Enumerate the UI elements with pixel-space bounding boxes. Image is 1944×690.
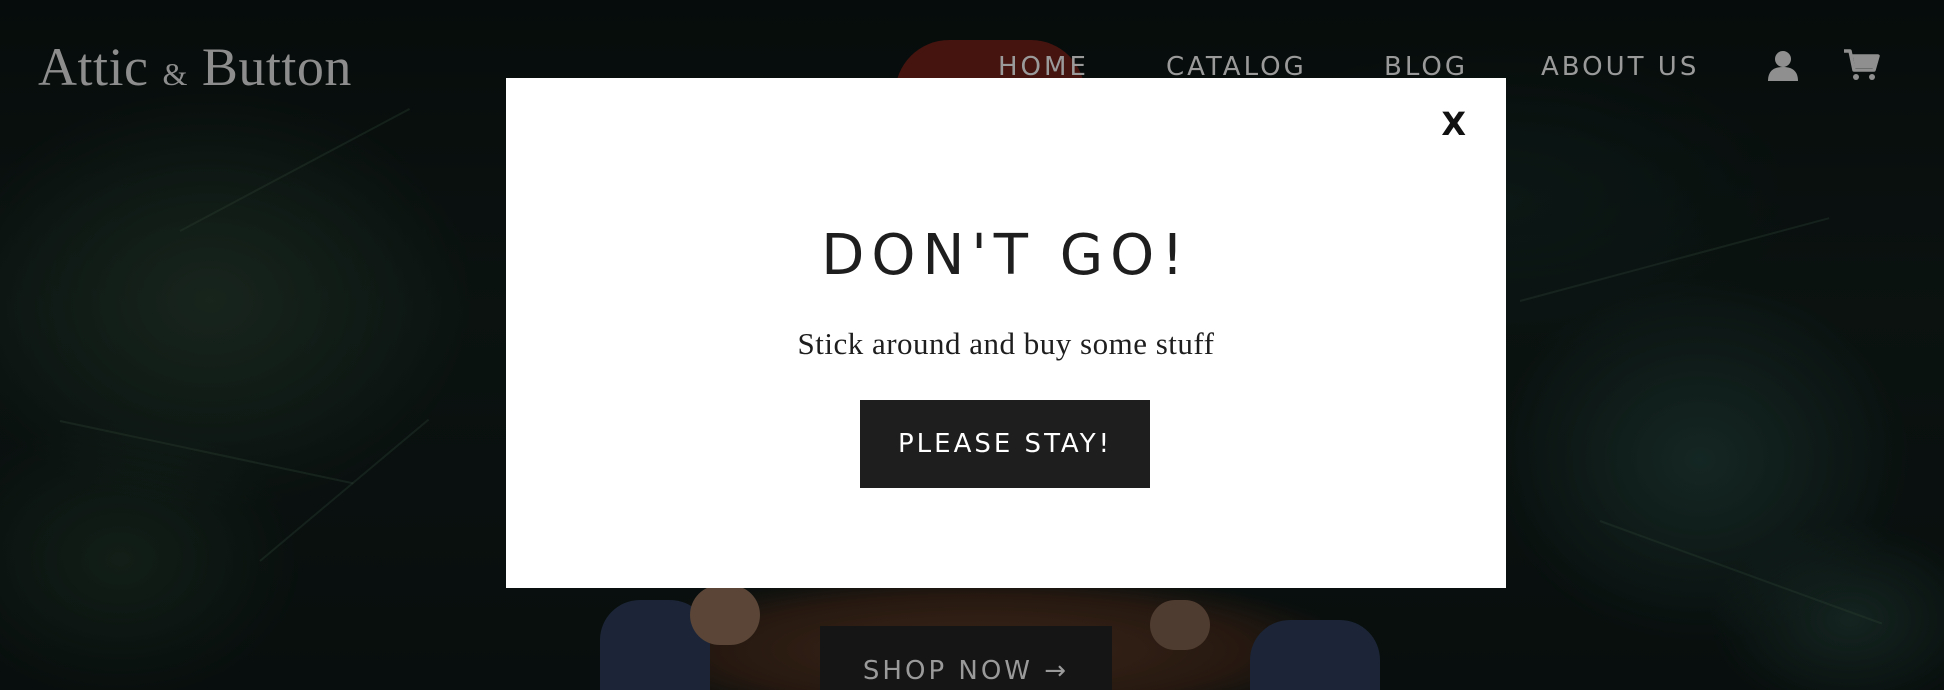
please-stay-button[interactable]: PLEASE STAY! bbox=[860, 400, 1150, 488]
modal-title: DON'T GO! bbox=[821, 223, 1191, 288]
site-logo[interactable]: Attic & Button bbox=[38, 36, 352, 98]
user-icon bbox=[1768, 51, 1798, 81]
cart-icon bbox=[1844, 49, 1880, 80]
nav-link-about-us[interactable]: ABOUT US bbox=[1541, 52, 1699, 82]
cart-button[interactable] bbox=[1843, 48, 1881, 82]
logo-ampersand: & bbox=[162, 56, 188, 92]
exit-intent-modal: X DON'T GO! Stick around and buy some st… bbox=[506, 78, 1506, 588]
logo-text: Attic bbox=[38, 37, 149, 97]
close-modal-button[interactable]: X bbox=[1441, 108, 1466, 140]
page: Attic & Button HOME CATALOG BLOG ABOUT U… bbox=[0, 0, 1944, 690]
logo-text: Button bbox=[201, 37, 352, 97]
modal-subtitle: Stick around and buy some stuff bbox=[797, 326, 1215, 361]
account-button[interactable] bbox=[1766, 48, 1800, 82]
shop-now-button[interactable]: SHOP NOW → bbox=[820, 626, 1112, 690]
